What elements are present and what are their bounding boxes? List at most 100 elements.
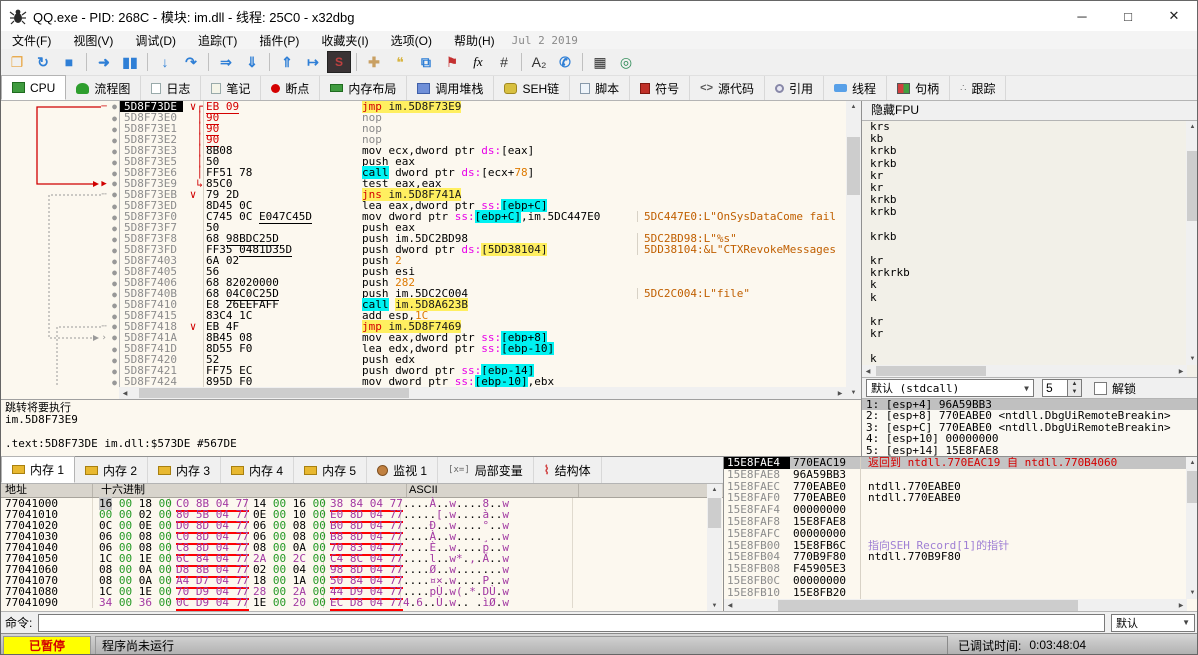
scroll-right-arrow[interactable]: ▶ (834, 387, 846, 399)
breakpoint-dot-icon[interactable]: ● (112, 213, 117, 222)
dump-vscrollbar[interactable]: ▲ ▼ (707, 484, 722, 612)
scroll-down-arrow[interactable]: ▼ (1186, 587, 1198, 599)
breakpoint-dot-icon[interactable]: ● (112, 279, 117, 288)
menu-item-t[interactable]: 追踪(T) (187, 31, 248, 49)
breakpoint-dot-icon[interactable]: ● (112, 345, 117, 354)
attach-button[interactable]: ✆ (553, 51, 577, 73)
register-row[interactable]: kr (870, 316, 1187, 328)
tab-流程图[interactable]: 流程图 (66, 76, 141, 100)
step-out-button[interactable]: ⇑ (275, 51, 299, 73)
registers-hscrollbar[interactable]: ◀ ▶ (862, 365, 1187, 377)
breakpoint-dot-icon[interactable]: ● (112, 179, 117, 188)
menu-item-v[interactable]: 视图(V) (62, 31, 124, 49)
scroll-up-arrow[interactable]: ▲ (846, 101, 861, 113)
breakpoint-dot-icon[interactable]: ● (112, 268, 117, 277)
register-row[interactable]: krkb (870, 231, 1187, 243)
scroll-track[interactable] (1186, 133, 1198, 353)
tab-SEH链[interactable]: SEH链 (494, 76, 570, 100)
register-row[interactable]: kr (870, 182, 1187, 194)
tab-符号[interactable]: 符号 (630, 76, 690, 100)
registers-vscrollbar[interactable]: ▲ ▼ (1186, 121, 1198, 365)
dump-row[interactable]: 7704109034 00 36 000C D9 04 771E 00 20 0… (1, 597, 707, 608)
register-row[interactable]: krkb (870, 158, 1187, 170)
trace-into-button[interactable]: ⇒ (214, 51, 238, 73)
tab-句柄[interactable]: 句柄 (887, 76, 950, 100)
breakpoint-dot-icon[interactable]: ● (112, 301, 117, 310)
menu-item-i[interactable]: 收藏夹(I) (310, 31, 379, 49)
functions-button[interactable]: fx (466, 51, 490, 73)
breakpoint-dot-icon[interactable]: ● (112, 235, 117, 244)
arg-count-stepper-arrows[interactable]: ▲▼ (1068, 379, 1082, 397)
menu-item-h[interactable]: 帮助(H) (443, 31, 506, 49)
stack-vscrollbar[interactable]: ▲ ▼ (1186, 457, 1198, 599)
s-toggle-button[interactable]: S (327, 51, 351, 73)
stop-button[interactable]: ■ (57, 51, 81, 73)
stack-pane[interactable]: 15E8FAE4770EAC19返回到 ntdll.770EAC19 自 ntd… (723, 457, 1198, 612)
tab-日志[interactable]: 日志 (141, 76, 201, 100)
breakpoint-dot-icon[interactable]: ● (112, 257, 117, 266)
tab-局部变量[interactable]: [x=]局部变量 (438, 457, 534, 483)
tab-引用[interactable]: 引用 (765, 76, 824, 100)
menu-item-o[interactable]: 选项(O) (380, 31, 443, 49)
step-over-button[interactable]: ↷ (179, 51, 203, 73)
breakpoint-dot-icon[interactable]: ● (112, 224, 117, 233)
execute-till-return-button[interactable]: ⇓ (240, 51, 264, 73)
breakpoint-dot-icon[interactable]: ● (112, 114, 117, 123)
dump-byte[interactable]: 00 (273, 596, 286, 609)
scroll-track[interactable] (1186, 469, 1198, 587)
register-row[interactable]: k (870, 292, 1187, 304)
register-row[interactable] (870, 219, 1187, 231)
tab-内存布局[interactable]: 内存布局 (320, 76, 407, 100)
tab-跟踪[interactable]: ∴跟踪 (950, 76, 1006, 100)
breakpoint-dot-icon[interactable]: ● (112, 290, 117, 299)
breakpoint-dot-icon[interactable]: ● (112, 367, 117, 376)
disasm-row[interactable]: ●5D8F7424895D F0mov dword ptr ss:[ebp-10… (1, 376, 846, 387)
unlock-checkbox[interactable] (1094, 382, 1107, 395)
register-row[interactable] (870, 243, 1187, 255)
hash-button[interactable]: # (492, 51, 516, 73)
breakpoint-dot-icon[interactable]: ● (112, 333, 117, 342)
stack-row[interactable]: 15E8FB1015E8FB20 (724, 587, 1187, 599)
tab-内存 1[interactable]: 内存 1 (1, 456, 75, 483)
argument-row[interactable]: 5: [esp+14] 15E8FAE8 (862, 445, 1198, 456)
menu-item-f[interactable]: 文件(F) (1, 31, 62, 49)
register-row[interactable] (870, 340, 1187, 352)
scroll-left-arrow[interactable]: ◀ (119, 387, 131, 399)
dump-byte[interactable]: 36 (139, 596, 152, 609)
tab-内存 3[interactable]: 内存 3 (148, 457, 221, 483)
tab-CPU[interactable]: CPU (1, 75, 66, 100)
dump-byte[interactable]: 20 (293, 596, 306, 609)
dump-byte[interactable]: 00 (119, 596, 132, 609)
scroll-down-arrow[interactable]: ▼ (846, 387, 861, 399)
register-row[interactable]: krkrkb (870, 267, 1187, 279)
breakpoint-dot-icon[interactable]: ● (112, 125, 117, 134)
scroll-down-arrow[interactable]: ▼ (1186, 353, 1198, 365)
calculator-button[interactable]: ▦ (588, 51, 612, 73)
tab-内存 5[interactable]: 内存 5 (294, 457, 367, 483)
stack-row[interactable]: 15E8FB0C00000000 (724, 575, 1187, 587)
register-row[interactable]: kb (870, 133, 1187, 145)
disassembly-vscrollbar[interactable]: ▲ ▼ (846, 101, 861, 399)
scroll-track[interactable] (846, 113, 861, 387)
scroll-up-arrow[interactable]: ▲ (1186, 457, 1198, 469)
breakpoint-dot-icon[interactable]: ● (112, 246, 117, 255)
command-profile-select[interactable]: 默认▼ (1111, 614, 1195, 632)
breakpoint-dot-icon[interactable]: ● (112, 158, 117, 167)
tab-内存 2[interactable]: 内存 2 (75, 457, 148, 483)
maximize-button[interactable]: □ (1105, 1, 1151, 31)
breakpoint-dot-icon[interactable]: ● (112, 190, 117, 199)
tab-断点[interactable]: 断点 (261, 76, 320, 100)
stack-row[interactable]: 15E8FAFC00000000 (724, 528, 1187, 540)
disassembly-pane[interactable]: ─ ●5D8F73DE∨┌EB 09jmp im.5D8F73E9●5D8F73… (1, 101, 861, 456)
memory-dump-pane[interactable]: 内存 1内存 2内存 3内存 4内存 5监视 1[x=]局部变量⌇结构体 地址 … (1, 457, 723, 612)
calling-convention-select[interactable]: 默认 (stdcall)▼ (866, 379, 1034, 397)
register-row[interactable]: krkb (870, 206, 1187, 218)
scroll-up-arrow[interactable]: ▲ (707, 484, 722, 496)
scroll-track[interactable] (131, 387, 834, 399)
register-row[interactable]: k (870, 279, 1187, 291)
close-button[interactable]: ✕ (1151, 1, 1197, 31)
breakpoint-dot-icon[interactable]: ● (112, 136, 117, 145)
stack-row[interactable]: 15E8FAE896A59BB3 (724, 469, 1187, 481)
breakpoint-dot-icon[interactable]: ● (112, 356, 117, 365)
scroll-left-arrow[interactable]: ◀ (862, 365, 874, 377)
